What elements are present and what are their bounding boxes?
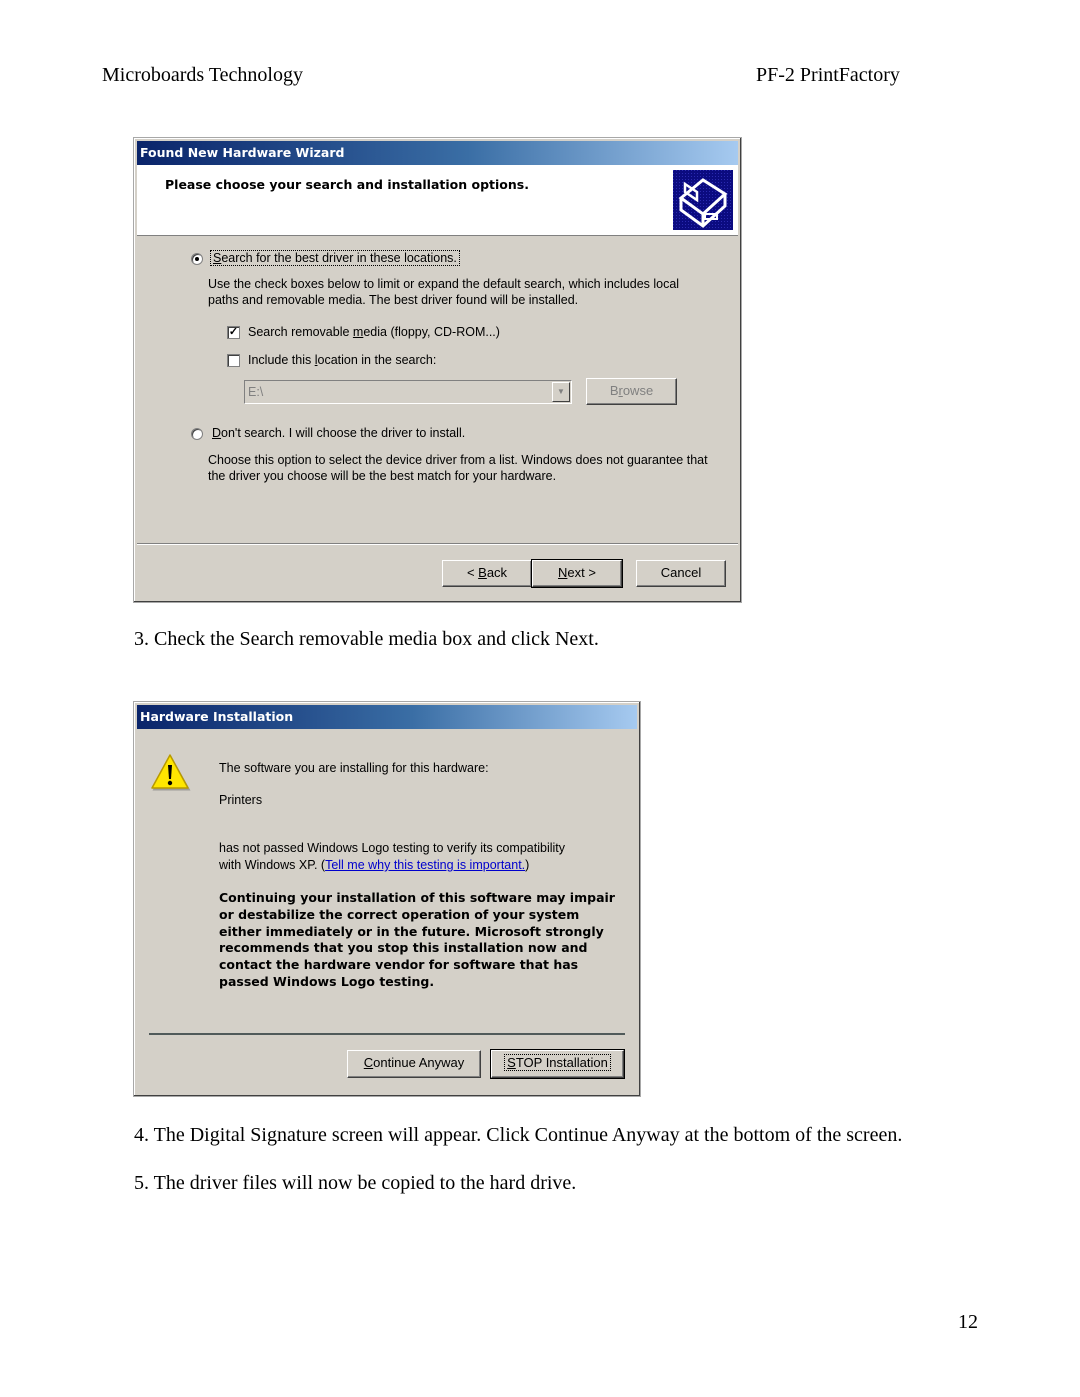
- step-5-text: 5. The driver files will now be copied t…: [134, 1172, 577, 1194]
- hwinstall-line1: The software you are installing for this…: [219, 761, 489, 775]
- wizard-heading: Please choose your search and installati…: [165, 177, 529, 192]
- testing-important-link[interactable]: Tell me why this testing is important.: [325, 858, 525, 872]
- hwinstall-warning-text: Continuing your installation of this sof…: [219, 890, 615, 989]
- back-button[interactable]: < Back: [442, 560, 532, 587]
- hwinstall-title: Hardware Installation: [140, 709, 294, 724]
- hwinstall-line3: with Windows XP. (Tell me why this testi…: [219, 858, 530, 872]
- search-removable-media-checkbox[interactable]: ✓: [227, 326, 240, 339]
- search-description-line2: paths and removable media. The best driv…: [208, 293, 579, 307]
- search-best-driver-radio[interactable]: [191, 253, 203, 265]
- include-location-checkbox[interactable]: [227, 354, 240, 367]
- search-best-driver-label[interactable]: Search for the best driver in these loca…: [210, 250, 460, 266]
- next-button[interactable]: Next >: [531, 559, 623, 588]
- dont-search-label[interactable]: Don't search. I will choose the driver t…: [212, 426, 465, 440]
- hwinstall-separator: [149, 1033, 625, 1035]
- location-combobox[interactable]: E:\ ▼: [244, 380, 572, 404]
- wizard-separator: [137, 543, 738, 545]
- found-new-hardware-wizard-dialog: Found New Hardware Wizard Please choose …: [133, 137, 742, 603]
- wizard-header-panel: Please choose your search and installati…: [137, 165, 738, 236]
- warning-icon: [149, 752, 191, 792]
- location-value: E:\: [248, 385, 264, 399]
- page-number: 12: [958, 1311, 978, 1333]
- dont-search-description-line1: Choose this option to select the device …: [208, 453, 708, 467]
- hwinstall-line2: has not passed Windows Logo testing to v…: [219, 841, 566, 855]
- wizard-title: Found New Hardware Wizard: [140, 145, 345, 160]
- header-left: Microboards Technology: [102, 64, 303, 86]
- step-4-text: 4. The Digital Signature screen will app…: [134, 1124, 903, 1146]
- hardware-installation-dialog: Hardware Installation The software you a…: [133, 701, 641, 1097]
- wizard-title-bar: Found New Hardware Wizard: [137, 141, 738, 165]
- cancel-button[interactable]: Cancel: [636, 560, 726, 587]
- hwinstall-title-bar: Hardware Installation: [137, 705, 637, 729]
- include-location-label[interactable]: Include this location in the search:: [248, 353, 436, 367]
- search-description-line1: Use the check boxes below to limit or ex…: [208, 277, 680, 291]
- dont-search-radio[interactable]: [191, 428, 203, 440]
- hardware-wizard-icon: [673, 170, 733, 230]
- header-right: PF-2 PrintFactory: [756, 64, 900, 86]
- hwinstall-device: Printers: [219, 793, 263, 807]
- search-removable-media-label[interactable]: Search removable media (floppy, CD-ROM..…: [248, 325, 500, 339]
- continue-anyway-button[interactable]: Continue Anyway: [347, 1050, 481, 1078]
- dont-search-description-line2: the driver you choose will be the best m…: [208, 469, 557, 483]
- stop-installation-button[interactable]: STOP Installation: [490, 1049, 625, 1079]
- step-3-text: 3. Check the Search removable media box …: [134, 628, 599, 650]
- browse-button[interactable]: Browse: [586, 378, 677, 405]
- chevron-down-icon[interactable]: ▼: [552, 382, 570, 402]
